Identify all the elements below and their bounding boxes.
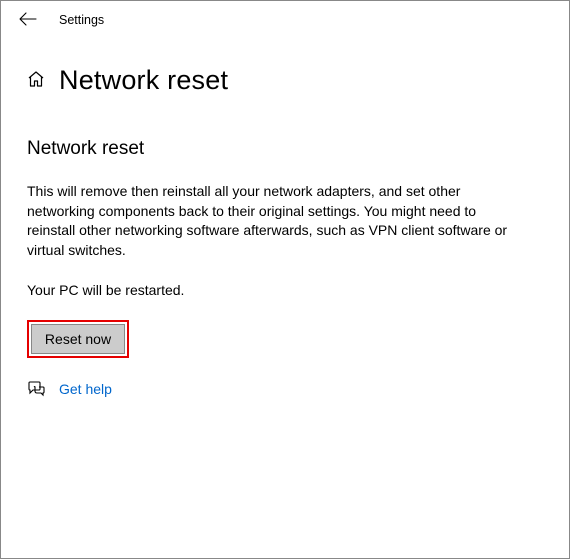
back-arrow-icon[interactable] — [19, 11, 37, 29]
home-icon[interactable] — [27, 70, 45, 91]
reset-now-button[interactable]: Reset now — [31, 324, 125, 354]
page-title-row: Network reset — [27, 65, 543, 96]
page-content: Network reset Network reset This will re… — [1, 65, 569, 398]
chat-help-icon — [27, 380, 45, 398]
description-text: This will remove then reinstall all your… — [27, 182, 517, 260]
restart-note: Your PC will be restarted. — [27, 282, 543, 298]
window-header: Settings — [1, 1, 569, 39]
page-title: Network reset — [59, 65, 228, 96]
reset-button-highlight: Reset now — [27, 320, 129, 358]
app-title: Settings — [59, 13, 104, 27]
get-help-row: Get help — [27, 380, 543, 398]
section-title: Network reset — [27, 138, 543, 160]
get-help-link[interactable]: Get help — [59, 381, 112, 397]
